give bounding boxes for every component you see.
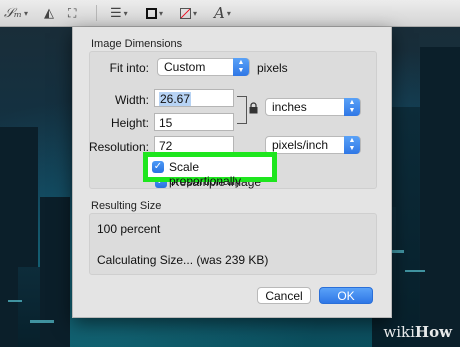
shape-style-icon: ☰ <box>110 5 122 20</box>
adjust-color-tool[interactable]: ◭ <box>44 4 54 22</box>
building-shape <box>420 47 460 347</box>
city-light <box>30 320 54 323</box>
size-unit-select[interactable]: inches ▲ ▼ <box>265 98 361 116</box>
size-unit-value: inches <box>272 100 307 114</box>
adjust-color-icon: ◭ <box>44 5 54 20</box>
fit-into-label: Fit into: <box>109 61 149 75</box>
text-style-icon: A <box>214 4 225 22</box>
resolution-unit-value: pixels/inch <box>272 138 329 152</box>
shape-style-tool[interactable]: ☰ ▾ <box>110 4 128 22</box>
border-color-icon <box>146 7 157 19</box>
adjust-size-icon: ⛶ <box>68 5 77 20</box>
chevron-down-icon: ▾ <box>123 8 128 18</box>
resolution-label: Resolution: <box>88 140 149 154</box>
fill-color-tool[interactable]: ▾ <box>180 4 197 22</box>
chevron-updown-icon: ▲ ▼ <box>344 98 360 116</box>
height-value: 15 <box>159 116 173 130</box>
aspect-link-bracket <box>237 96 247 124</box>
resolution-value: 72 <box>159 139 173 153</box>
resolution-unit-select[interactable]: pixels/inch ▲ ▼ <box>265 136 361 154</box>
width-label: Width: <box>114 93 149 107</box>
width-value: 26.67 <box>159 92 192 106</box>
chevron-down-icon: ▾ <box>24 8 29 18</box>
image-dimensions-title: Image Dimensions <box>91 38 183 50</box>
resulting-percent: 100 percent <box>97 222 161 236</box>
city-light <box>405 270 425 272</box>
adjust-size-dialog: Image Dimensions Fit into: Custom ▲ ▼ pix… <box>72 27 392 318</box>
adjust-size-tool[interactable]: ⛶ <box>68 4 76 22</box>
chevron-down-icon: ▾ <box>193 8 198 18</box>
lock-icon[interactable] <box>249 102 258 117</box>
building-shape <box>392 107 422 347</box>
signature-tool[interactable]: 𝒮ₘ ▾ <box>4 4 28 22</box>
resulting-size-title: Resulting Size <box>91 200 162 212</box>
width-field[interactable]: 26.67 <box>154 89 234 107</box>
city-light <box>8 300 22 302</box>
chevron-updown-icon: ▲ ▼ <box>233 58 249 76</box>
scale-proportionally-highlight: ✓ Scale proportionally <box>143 152 277 188</box>
city-light <box>392 250 404 253</box>
text-style-tool[interactable]: A ▾ <box>214 4 231 22</box>
fit-into-select[interactable]: Custom ▲ ▼ <box>157 58 250 76</box>
wikihow-watermark: wikiHow <box>383 323 452 341</box>
ok-button[interactable]: OK <box>319 287 373 304</box>
scale-proportionally-checkbox[interactable]: ✓ <box>152 161 164 173</box>
markup-toolbar: 𝒮ₘ ▾ ◭ ⛶ ☰ ▾ ▾ ▾ A ▾ <box>0 0 460 27</box>
border-color-tool[interactable]: ▾ <box>146 4 163 22</box>
height-field[interactable]: 15 <box>154 113 234 131</box>
cancel-button[interactable]: Cancel <box>257 287 311 304</box>
chevron-down-icon: ▾ <box>159 8 164 18</box>
fill-color-icon <box>180 7 191 19</box>
fit-into-unit: pixels <box>257 61 288 75</box>
scale-proportionally-label: Scale proportionally <box>169 160 242 188</box>
chevron-down-icon: ▾ <box>226 8 231 18</box>
calculating-size-text: Calculating Size... (was 239 KB) <box>97 253 269 267</box>
signature-icon: 𝒮ₘ <box>4 5 23 21</box>
chevron-updown-icon: ▲ ▼ <box>344 136 360 154</box>
building-shape <box>40 197 70 347</box>
height-label: Height: <box>110 116 149 130</box>
toolbar-divider <box>96 5 97 21</box>
fit-into-value: Custom <box>164 60 206 74</box>
